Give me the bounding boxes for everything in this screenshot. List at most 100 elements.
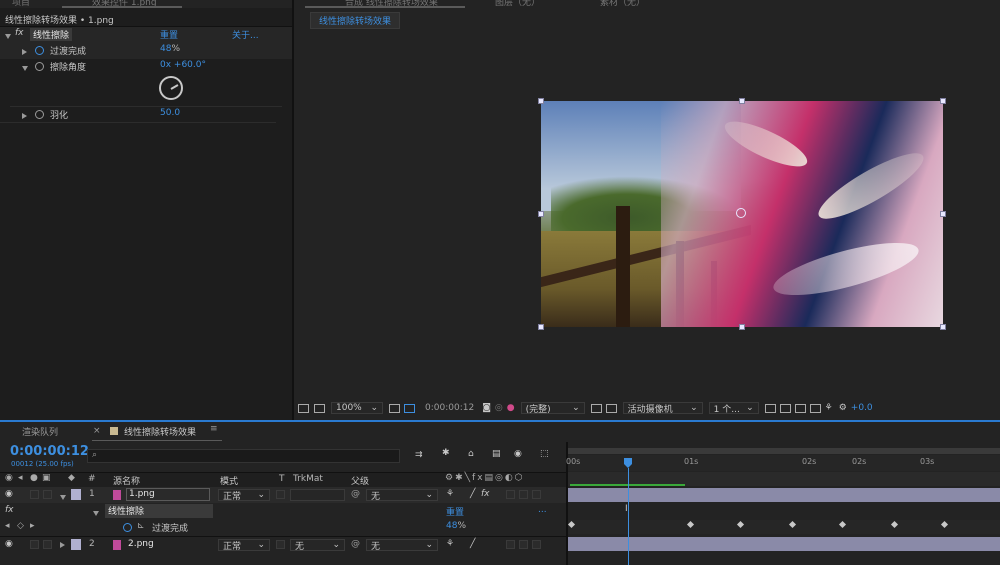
camera-select[interactable]: 活动摄像机 ⌄ [622, 402, 703, 415]
work-area-bar[interactable] [568, 472, 1000, 486]
show-snapshot-icon[interactable]: ◎ [495, 403, 503, 413]
transform-handle[interactable] [940, 324, 946, 330]
tab-layer[interactable]: 图层（无） [495, 0, 540, 8]
graph-editor-icon[interactable]: ⬚ [540, 449, 549, 459]
time-ruler[interactable] [568, 455, 1000, 471]
angle-dial[interactable] [159, 76, 183, 100]
blend-mode-select[interactable]: 正常 ⌄ [218, 489, 270, 502]
monitor-icon[interactable] [314, 403, 325, 413]
timeline-icon[interactable] [809, 403, 821, 413]
prop-value[interactable]: 50.0 [160, 108, 180, 118]
comp-flowchart-icon[interactable] [794, 403, 806, 413]
stopwatch-icon[interactable] [123, 523, 132, 535]
transform-handle[interactable] [538, 211, 544, 217]
lock-toggle[interactable] [43, 540, 52, 549]
quality-switch-icon[interactable]: ╱ [470, 489, 475, 501]
effect-row[interactable]: fx 线性擦除 重置 ... [0, 503, 566, 519]
stopwatch-icon[interactable] [35, 110, 44, 122]
eye-icon[interactable]: ◉ [5, 539, 13, 551]
prev-keyframe-icon[interactable]: ◂ [5, 521, 10, 533]
region-of-interest-icon[interactable] [389, 403, 400, 413]
shy-switch-icon[interactable]: ⚘ [446, 489, 454, 501]
snapshot-icon[interactable]: ◙ [482, 403, 491, 413]
transform-handle[interactable] [538, 98, 544, 104]
layer-search-input[interactable]: ⌕ [87, 449, 400, 463]
draft-3d-icon[interactable] [779, 403, 791, 413]
reset-link[interactable]: 重置 [160, 28, 178, 41]
switch-toggle[interactable] [519, 540, 528, 549]
stopwatch-icon[interactable] [35, 46, 44, 58]
frame-blending-icon[interactable]: ▤ [492, 449, 501, 459]
lock-toggle[interactable] [43, 490, 52, 499]
stopwatch-icon[interactable] [35, 62, 44, 74]
track-bar-layer-1[interactable] [568, 488, 1000, 502]
draft-3d-switch-icon[interactable]: ✱ [442, 448, 450, 458]
about-link[interactable]: 关于... [232, 28, 259, 41]
fx-toggle[interactable]: fx [5, 505, 14, 517]
switch-toggle[interactable] [506, 490, 515, 499]
col-source-name[interactable]: 源名称 [113, 474, 140, 487]
property-value-number[interactable]: 48 [446, 521, 457, 531]
reset-exposure-icon[interactable]: ⚙ [839, 403, 847, 413]
parent-select[interactable]: 无 ⌄ [366, 539, 438, 552]
prop-value-number[interactable]: 48 [160, 44, 171, 54]
expand-toggle[interactable] [60, 541, 65, 553]
switch-toggle[interactable] [506, 540, 515, 549]
tab-project[interactable]: 项目 [12, 0, 30, 8]
col-t[interactable]: T [279, 474, 285, 484]
expand-toggle[interactable] [22, 64, 28, 74]
transform-handle[interactable] [739, 324, 745, 330]
trkmat-select[interactable]: 无 ⌄ [290, 539, 345, 552]
col-trkmat[interactable]: TrkMat [293, 474, 323, 484]
effect-more[interactable]: ... [538, 505, 547, 517]
next-keyframe-icon[interactable]: ▸ [30, 521, 35, 533]
property-row[interactable]: ◂ ◇ ▸ ⊾ 过渡完成 48% [0, 519, 566, 535]
comp-mini-flowchart-icon[interactable]: ⇉ [415, 450, 423, 460]
pixel-aspect-icon[interactable] [764, 403, 776, 413]
expand-toggle[interactable] [22, 112, 27, 122]
layer-row[interactable]: ◉ 1 1.png 正常 ⌄ @ 无 ⌄ ⚘ ╱ fx [0, 487, 566, 503]
pickwhip-icon[interactable]: @ [351, 539, 360, 551]
transform-handle[interactable] [940, 98, 946, 104]
add-keyframe-icon[interactable]: ◇ [17, 521, 24, 533]
parent-select[interactable]: 无 ⌄ [366, 489, 438, 502]
trkmat-select[interactable] [290, 489, 345, 501]
eye-icon[interactable]: ◉ [5, 489, 13, 501]
tab-footage[interactable]: 素材（无） [600, 0, 645, 8]
col-parent[interactable]: 父级 [351, 474, 369, 487]
toggle-transparency-grid-icon[interactable] [404, 403, 415, 413]
col-mode[interactable]: 模式 [220, 474, 238, 487]
blend-mode-select[interactable]: 正常 ⌄ [218, 539, 270, 552]
property-value[interactable]: 48% [446, 521, 466, 533]
resolution-select[interactable]: (完整) ⌄ [520, 402, 585, 415]
switch-toggle[interactable] [532, 540, 541, 549]
motion-blur-icon[interactable]: ◉ [514, 449, 522, 459]
shy-layers-icon[interactable]: ⌂ [468, 449, 474, 459]
color-channel-icon[interactable]: ● [507, 403, 515, 413]
transform-handle[interactable] [739, 98, 745, 104]
fx-toggle[interactable]: fx [15, 28, 24, 38]
always-preview-icon[interactable] [298, 403, 309, 413]
switch-toggle[interactable] [519, 490, 528, 499]
viewer-timecode[interactable]: 0:00:00:12 [425, 403, 474, 413]
flowchart-icon[interactable]: ⚘ [825, 403, 833, 413]
anchor-point-icon[interactable] [736, 208, 746, 218]
solo-toggle[interactable] [30, 490, 39, 499]
layer-name[interactable]: 2.png [128, 539, 154, 551]
preserve-transparency-toggle[interactable] [276, 490, 285, 499]
layer-row[interactable]: ◉ 2 2.png 正常 ⌄ 无 ⌄ @ 无 ⌄ ⚘ ╱ [0, 536, 566, 553]
tab-timeline-comp[interactable]: 线性擦除转场效果 [124, 425, 196, 438]
tab-render-queue[interactable]: 渲染队列 [22, 425, 58, 438]
expand-toggle[interactable] [22, 48, 27, 58]
layer-name[interactable]: 1.png [126, 488, 210, 501]
fast-preview-icon[interactable] [590, 403, 602, 413]
track-bar-layer-2[interactable] [568, 537, 1000, 551]
solo-toggle[interactable] [30, 540, 39, 549]
close-icon[interactable]: × [93, 426, 101, 436]
effect-name[interactable]: 线性擦除 [30, 28, 73, 41]
prop-value[interactable]: 48% [160, 44, 180, 54]
preserve-transparency-toggle[interactable] [276, 540, 285, 549]
panel-menu-icon[interactable]: ≡ [210, 424, 218, 434]
exposure-value[interactable]: +0.0 [851, 403, 873, 413]
views-select[interactable]: 1 个... ⌄ [708, 402, 759, 415]
